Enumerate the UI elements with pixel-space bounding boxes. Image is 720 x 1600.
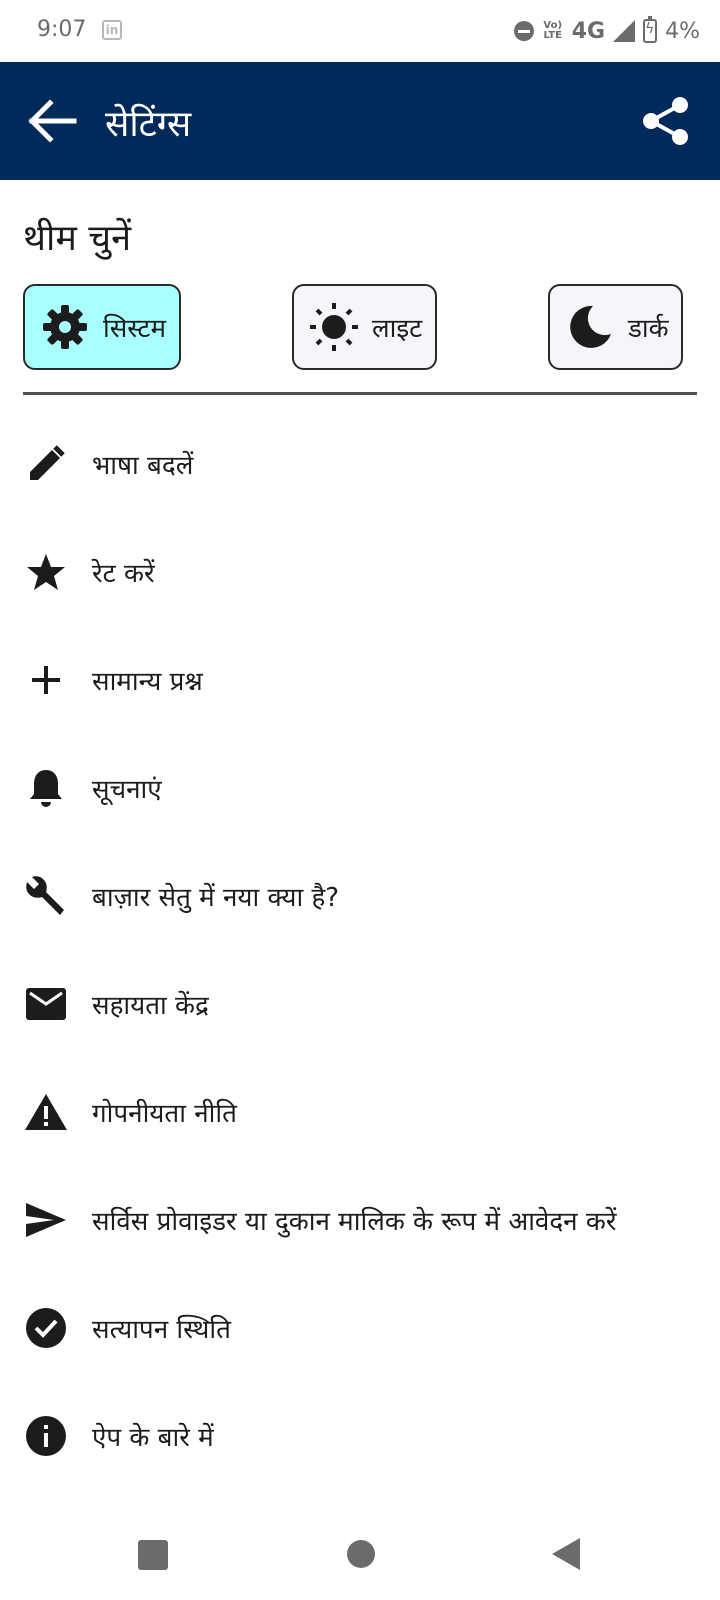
menu-item-label: सहायता केंद्र xyxy=(92,991,209,1021)
volte-indicator: Vo) LTE xyxy=(543,20,563,41)
page-title: सेटिंग्स xyxy=(105,104,192,145)
settings-menu: भाषा बदलें रेट करें सामान्य प्रश्न सूचना… xyxy=(0,410,720,1490)
menu-item-label: भाषा बदलें xyxy=(92,451,194,481)
check-circle-icon xyxy=(24,1306,68,1350)
menu-item-label: रेट करें xyxy=(92,559,155,589)
menu-item-whats-new[interactable]: बाज़ार सेतु में नया क्या है? xyxy=(0,842,720,950)
send-icon xyxy=(24,1198,68,1242)
star-icon xyxy=(24,550,68,594)
menu-item-apply-provider[interactable]: सर्विस प्रोवाइडर या दुकान मालिक के रूप म… xyxy=(0,1166,720,1274)
menu-item-label: सर्विस प्रोवाइडर या दुकान मालिक के रूप म… xyxy=(92,1207,617,1237)
theme-option-label: डार्क xyxy=(628,314,669,344)
gear-icon xyxy=(39,301,91,353)
status-bar: 9:07 in Vo) LTE 4G 4% xyxy=(0,0,720,62)
theme-option-label: सिस्टम xyxy=(103,314,167,344)
menu-item-about-app[interactable]: ऐप के बारे में xyxy=(0,1382,720,1490)
bell-icon xyxy=(24,766,68,810)
mail-icon xyxy=(24,982,68,1026)
theme-dark-button[interactable]: डार्क xyxy=(548,284,683,370)
moon-icon xyxy=(564,301,616,353)
menu-item-rate[interactable]: रेट करें xyxy=(0,518,720,626)
linkedin-notification-icon: in xyxy=(102,20,122,40)
menu-item-privacy-policy[interactable]: गोपनीयता नीति xyxy=(0,1058,720,1166)
arrow-left-icon xyxy=(28,99,77,143)
home-button[interactable] xyxy=(347,1540,375,1568)
warning-icon xyxy=(24,1090,68,1134)
theme-option-label: लाइट xyxy=(372,314,423,344)
back-button[interactable] xyxy=(28,99,78,143)
wrench-icon xyxy=(24,874,68,918)
app-bar: सेटिंग्स xyxy=(0,62,720,180)
recents-button[interactable] xyxy=(138,1540,168,1570)
theme-light-button[interactable]: लाइट xyxy=(292,284,437,370)
menu-item-faq[interactable]: सामान्य प्रश्न xyxy=(0,626,720,734)
menu-item-label: सूचनाएं xyxy=(92,775,162,805)
menu-item-help-center[interactable]: सहायता केंद्र xyxy=(0,950,720,1058)
theme-system-button[interactable]: सिस्टम xyxy=(23,284,181,370)
plus-icon xyxy=(24,658,68,702)
signal-icon xyxy=(613,20,636,42)
sun-icon xyxy=(308,301,360,353)
menu-item-label: सत्यापन स्थिति xyxy=(92,1315,231,1345)
do-not-disturb-icon xyxy=(513,21,534,41)
menu-item-label: सामान्य प्रश्न xyxy=(92,667,203,697)
system-nav-bar xyxy=(0,1510,720,1600)
status-indicators: Vo) LTE 4G 4% xyxy=(513,14,700,48)
battery-charging-icon xyxy=(643,16,658,43)
battery-percent: 4% xyxy=(665,18,700,44)
menu-item-label: गोपनीयता नीति xyxy=(92,1099,237,1129)
system-back-button[interactable] xyxy=(552,1538,580,1570)
divider xyxy=(23,392,697,395)
network-type: 4G xyxy=(571,18,606,44)
share-button[interactable] xyxy=(642,96,690,146)
pencil-icon xyxy=(24,442,68,486)
menu-item-label: बाज़ार सेतु में नया क्या है? xyxy=(92,883,340,913)
menu-item-change-language[interactable]: भाषा बदलें xyxy=(0,410,720,518)
menu-item-verification-status[interactable]: सत्यापन स्थिति xyxy=(0,1274,720,1382)
menu-item-label: ऐप के बारे में xyxy=(92,1423,214,1453)
status-time: 9:07 xyxy=(37,17,87,42)
theme-section-title: थीम चुनें xyxy=(23,218,132,259)
menu-item-notifications[interactable]: सूचनाएं xyxy=(0,734,720,842)
share-icon xyxy=(643,97,688,145)
info-icon xyxy=(24,1414,68,1458)
